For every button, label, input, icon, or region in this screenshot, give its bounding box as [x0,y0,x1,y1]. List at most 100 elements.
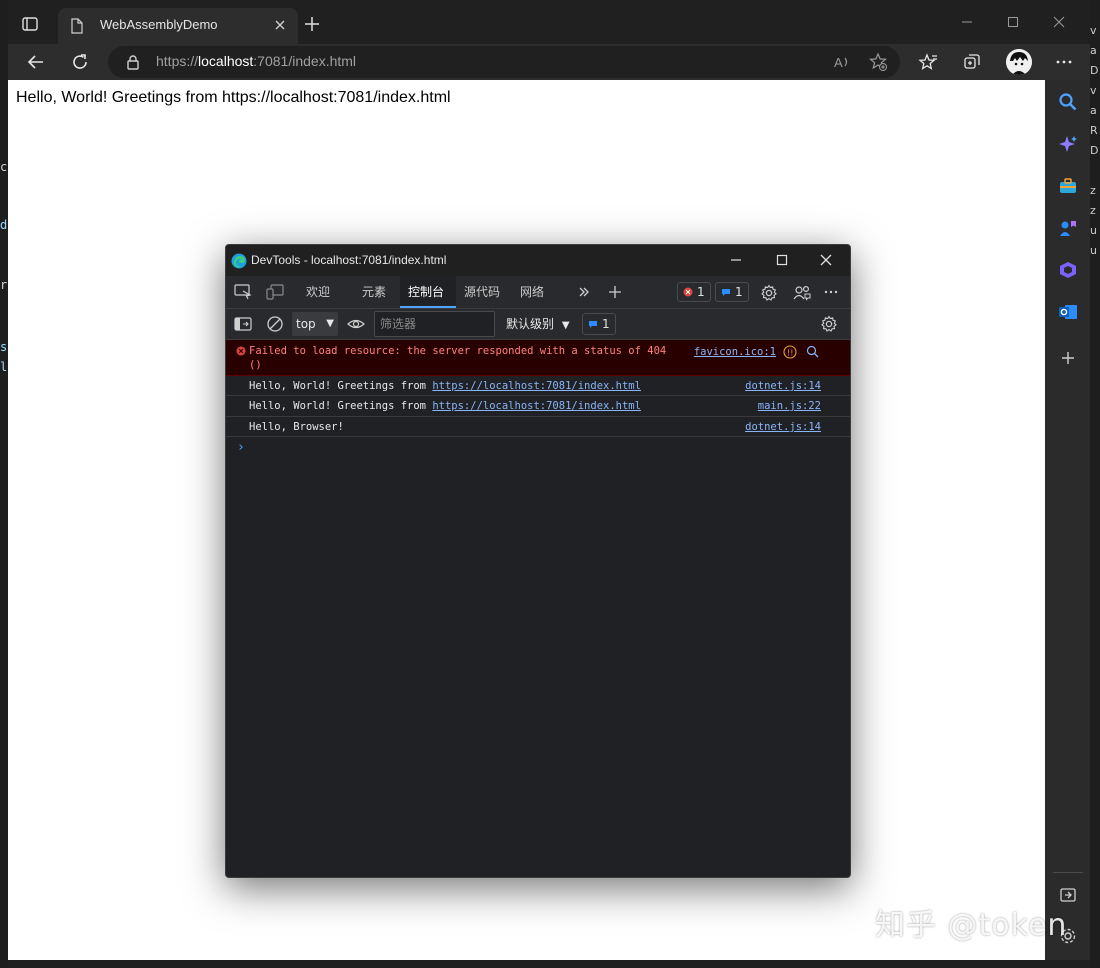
devtools-tabbar: 欢迎 元素 控制台 源代码 网络 1 1 [226,276,850,309]
close-window-button[interactable] [1036,8,1082,36]
search-icon[interactable] [806,345,819,358]
settings-more-button[interactable] [1052,50,1076,74]
message-bubble-icon [722,289,730,296]
log-url-link[interactable]: https://localhost:7081/index.html [432,400,641,412]
devtools-maximize-icon[interactable] [774,252,790,268]
tab-console[interactable]: 控制台 [400,276,456,308]
js-context-select[interactable]: top ▼ [292,312,338,336]
devtools-minimize-icon[interactable] [728,252,744,268]
device-emulation-icon[interactable] [266,284,284,300]
tab-actions-icon [22,17,38,31]
add-sidebar-app-icon[interactable] [1058,348,1078,368]
clear-console-icon[interactable] [266,315,284,333]
window-controls [944,8,1082,36]
tab-actions-button[interactable] [20,14,40,34]
add-favorite-icon[interactable] [868,52,888,72]
log-levels-label: 默认级别 [506,317,555,331]
back-button[interactable] [24,50,48,74]
profile-avatar[interactable] [1006,49,1032,75]
tools-briefcase-icon[interactable] [1058,176,1078,196]
copilot-sparkle-icon[interactable] [1058,134,1078,154]
error-dot-icon [683,287,693,297]
read-aloud-icon[interactable]: A [832,52,852,72]
chevron-down-icon: ▼ [326,318,334,329]
edge-logo-icon [231,253,247,269]
address-bar[interactable]: https://localhost:7081/index.html A [108,46,900,78]
log-message: Hello, World! Greetings from https://loc… [249,380,641,392]
info-count-badge[interactable]: 1 [715,282,749,302]
sidebar-divider [1053,872,1083,873]
console-log-row: Hello, Browser! dotnet.js:14 [226,417,850,437]
url-text[interactable]: https://localhost:7081/index.html [156,53,356,69]
live-expression-eye-icon[interactable] [347,316,365,332]
tab-elements[interactable]: 元素 [362,276,394,308]
log-message: Hello, World! Greetings from https://loc… [249,400,641,412]
devtools-titlebar[interactable]: DevTools - localhost:7081/index.html [226,245,850,276]
office-icon[interactable] [1058,260,1078,280]
outlook-icon[interactable] [1058,302,1078,322]
svg-text:!!: !! [787,349,793,358]
devtools-more-options-icon[interactable] [823,284,839,300]
filter-info-count: 1 [602,317,610,331]
svg-text:A: A [834,55,843,70]
url-path: :7081/index.html [253,53,357,69]
log-url-link[interactable]: https://localhost:7081/index.html [432,380,641,392]
maximize-icon [1008,17,1018,27]
log-source-link[interactable]: main.js:22 [758,400,821,412]
tab-welcome[interactable]: 欢迎 [306,276,338,308]
collections-icon [964,54,980,69]
console-prompt-chevron-icon[interactable]: › [237,440,245,455]
profile-avatar-icon [1006,49,1032,75]
lock-icon[interactable] [126,54,140,70]
log-message: Hello, Browser! [249,421,344,433]
error-count-badge[interactable]: 1 [677,282,711,302]
add-tool-plus-icon[interactable] [607,284,623,300]
url-host: localhost [198,53,254,69]
page-greeting-text: Hello, World! Greetings from https://loc… [16,89,451,106]
filter-info-badge[interactable]: 1 [582,313,616,335]
minimize-button[interactable] [944,8,990,36]
error-count: 1 [697,285,705,299]
collections-button[interactable] [960,50,984,74]
log-source-link[interactable]: dotnet.js:14 [745,421,821,433]
message-bubble-icon [589,321,597,328]
refresh-button[interactable] [68,50,92,74]
games-icon[interactable] [1058,218,1078,238]
show-sidebar-icon[interactable] [234,316,252,332]
watermark: 知乎 @token [875,908,1068,943]
js-context-value: top [296,317,316,331]
background-window-strip-right: vaD vaR Dzz uu [1090,0,1100,968]
console-log-row: Hello, World! Greetings from https://loc… [226,396,850,417]
tab-webassemblydemo[interactable]: WebAssemblyDemo [58,8,298,44]
info-count: 1 [735,285,743,299]
error-message-suffix: () [249,359,262,371]
url-scheme: https:// [156,53,199,69]
tab-sources[interactable]: 源代码 [464,276,508,308]
log-source-link[interactable]: dotnet.js:14 [745,380,821,392]
console-filter-input[interactable] [374,311,495,337]
close-icon [1053,16,1065,28]
console-toolbar: top ▼ 默认级别 ▼ 1 [226,309,850,340]
issue-info-icon[interactable]: !! [783,345,797,359]
search-icon[interactable] [1058,92,1078,112]
tab-title: WebAssemblyDemo [100,17,218,32]
favorites-button[interactable] [916,50,940,74]
minimize-icon [962,21,972,23]
favorites-icon [918,53,937,70]
more-tabs-chevron-icon[interactable] [576,284,592,300]
devtools-window-title: DevTools - localhost:7081/index.html [251,253,447,267]
error-source-link[interactable]: favicon.ico:1 [694,346,776,358]
tab-network[interactable]: 网络 [520,276,552,308]
close-tab-icon[interactable] [272,17,288,33]
devtools-close-icon[interactable] [818,252,834,268]
refresh-icon [73,54,87,69]
console-settings-gear-icon[interactable] [820,315,838,333]
maximize-button[interactable] [990,8,1036,36]
devtools-settings-gear-icon[interactable] [760,284,778,302]
feedback-people-icon[interactable] [793,284,811,302]
devtools-window: DevTools - localhost:7081/index.html 欢迎 … [225,244,851,878]
chevron-down-icon: ▼ [561,320,570,331]
log-levels-dropdown[interactable]: 默认级别 ▼ [506,315,570,332]
new-tab-icon[interactable] [302,14,322,34]
inspect-element-icon[interactable] [234,284,252,300]
